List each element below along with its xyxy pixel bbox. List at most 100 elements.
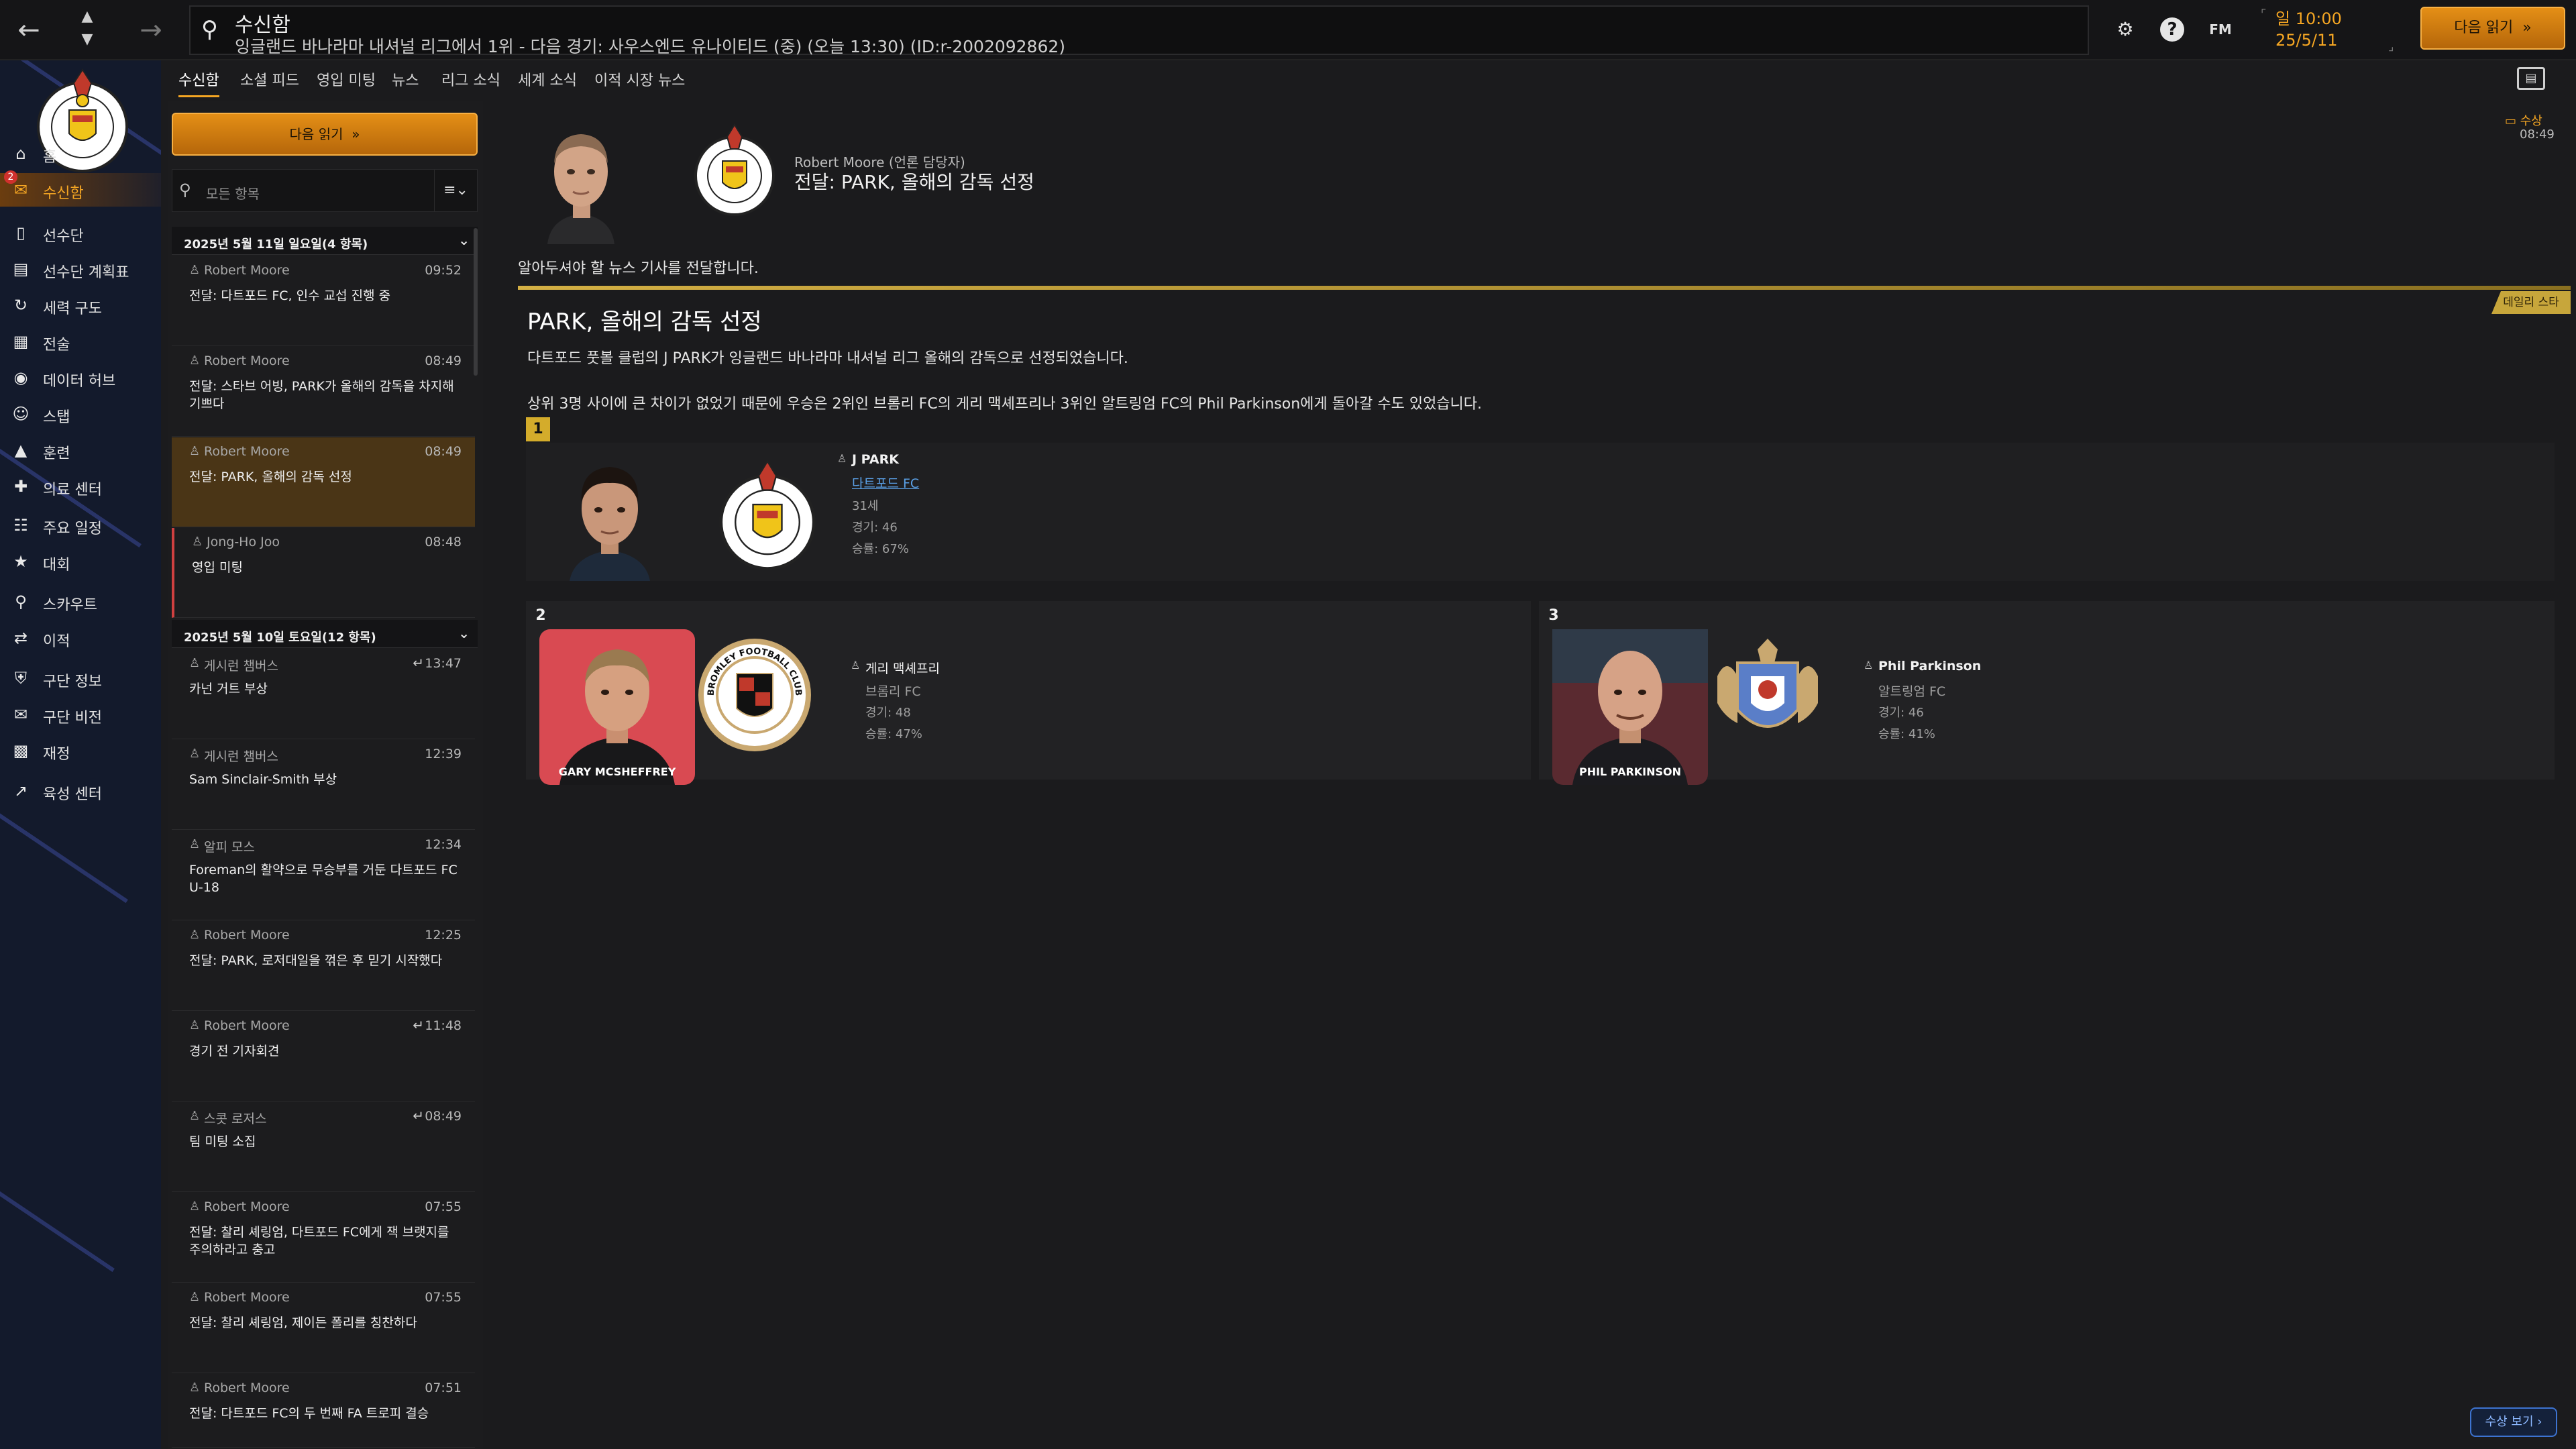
sidebar-item-label: 홈 xyxy=(43,149,57,166)
tab-news[interactable]: 뉴스 xyxy=(392,68,419,90)
manager-portrait[interactable] xyxy=(559,449,660,581)
game-date: 25/5/11 xyxy=(2275,31,2338,50)
list-item[interactable]: ♙ Robert Moore 07:51 전달: 다트포드 FC의 두 번째 F… xyxy=(172,1374,475,1448)
export-icon[interactable]: ▤ xyxy=(2517,67,2545,90)
inbox-scrollbar[interactable] xyxy=(474,228,478,376)
candidate-club[interactable]: 브롬리 FC xyxy=(865,682,921,700)
search-bar[interactable]: ⚲ 수신함 잉글랜드 바나라마 내셔널 리그에서 1위 - 다음 경기: 사우스… xyxy=(189,5,2089,56)
list-item[interactable]: ♙ Robert Moore 12:25 전달: PARK, 로저대일을 꺾은 … xyxy=(172,921,475,1011)
list-item[interactable]: ♙ 게시런 챔버스 12:39 Sam Sinclair-Smith 부상 xyxy=(172,740,475,830)
award-tag-label: 수상 xyxy=(2520,114,2542,128)
help-icon[interactable]: ? xyxy=(2160,17,2184,42)
forward-arrow-icon[interactable]: → xyxy=(134,13,168,47)
list-item[interactable]: ♙ Robert Moore 07:55 전달: 찰리 셰링엄, 다트포드 FC… xyxy=(172,1193,475,1283)
sidebar-item-tactics[interactable]: ▦ 전술 xyxy=(0,325,161,358)
club-crest-logo[interactable] xyxy=(714,456,821,577)
message-subject: 전달: 찰리 셰링엄, 다트포드 FC에게 잭 브랫지를 주의하라고 충고 xyxy=(189,1225,449,1257)
sidebar-item-dynamics[interactable]: ↻ 세력 구도 xyxy=(0,288,161,322)
message-subject-heading: 전달: PARK, 올해의 감독 선정 xyxy=(794,171,1034,193)
up-down-arrows-icon[interactable]: ▲ ▼ xyxy=(72,5,102,55)
list-item[interactable]: ♙ Robert Moore 08:49 전달: 스타브 어빙, PARK가 올… xyxy=(172,347,475,437)
inbox-tabs: 수신함 소셜 피드 영입 미팅 뉴스 리그 소식 세계 소식 이적 시장 뉴스 xyxy=(168,60,2576,101)
inbox-filter-input[interactable]: ⚲ 모든 항목 ≡⌄ xyxy=(172,169,478,212)
sidebar-item-club-info[interactable]: ⛨ 구단 정보 xyxy=(0,661,161,695)
article-divider xyxy=(518,286,2571,290)
candidate-card: 2 GARY MCSHEFFREY BROMLEY FOOTBALL CLUB … xyxy=(526,601,1531,785)
message-subject: 전달: 다트포드 FC, 인수 교섭 진행 중 xyxy=(189,288,391,303)
candidate-games: 경기: 46 xyxy=(1878,706,1924,720)
candidate-club-link[interactable]: 다트포드 FC xyxy=(852,474,919,492)
person-icon: ♙ xyxy=(189,837,201,851)
list-item[interactable]: ♙ Robert Moore ↵ 11:48 경기 전 기자회견 xyxy=(172,1012,475,1102)
date-group-header[interactable]: 2025년 5월 10일 토요일(12 항목) ⌄ xyxy=(172,620,478,648)
chevron-right-icon: › xyxy=(2537,1415,2542,1429)
message-sender: 게시런 챔버스 xyxy=(204,749,278,764)
sidebar-item-label: 선수단 xyxy=(43,228,84,245)
scouting-icon: ⚲ xyxy=(15,592,27,611)
message-time: 08:48 xyxy=(425,535,462,549)
message-sender: 게시런 챔버스 xyxy=(204,659,278,674)
list-item[interactable]: ♙ 스콧 로저스 ↵ 08:49 팀 미팅 소집 xyxy=(172,1102,475,1192)
sidebar-item-inbox[interactable]: ✉ 2 수신함 xyxy=(0,170,161,207)
manager-portrait[interactable]: PHIL PARKINSON xyxy=(1552,629,1708,785)
sender-portrait[interactable] xyxy=(534,117,628,244)
sidebar-item-schedule[interactable]: ☷ 주요 일정 xyxy=(0,508,161,542)
sidebar-item-training[interactable]: ▲ 훈련 xyxy=(0,433,161,467)
candidate-name[interactable]: J PARK xyxy=(852,452,899,467)
continue-button[interactable]: 다음 읽기 » xyxy=(2420,7,2565,50)
list-item[interactable]: ♙ Jong-Ho Joo 08:48 영입 미팅 xyxy=(172,528,475,618)
date-group-header[interactable]: 2025년 5월 11일 일요일(4 항목) ⌄ xyxy=(172,227,478,255)
tab-recruitment-meetings[interactable]: 영입 미팅 xyxy=(317,68,376,90)
sidebar-item-label: 세력 구도 xyxy=(43,301,102,317)
world-icon[interactable]: ⚙ xyxy=(2112,16,2139,43)
next-match-info: 잉글랜드 바나라마 내셔널 리그에서 1위 - 다음 경기: 사우스엔드 유나이… xyxy=(235,37,1066,56)
filter-menu-icon[interactable]: ≡⌄ xyxy=(434,170,477,211)
sidebar-item-squad-planner[interactable]: ▤ 선수단 계획표 xyxy=(0,252,161,286)
double-chevron-icon: » xyxy=(347,126,360,142)
game-date-time[interactable]: ⌜ 일 10:00 25/5/11 ⌟ xyxy=(2261,7,2395,54)
club-crest-logo[interactable]: BROMLEY FOOTBALL CLUB xyxy=(698,636,812,754)
list-item[interactable]: ♙ Robert Moore 07:55 전달: 찰리 셰링엄, 제이든 폴리를… xyxy=(172,1283,475,1373)
staff-icon: ☺ xyxy=(12,405,30,423)
list-item-selected[interactable]: ♙ Robert Moore 08:49 전달: PARK, 올해의 감독 선정 xyxy=(172,437,475,527)
view-awards-button[interactable]: 수상 보기 › xyxy=(2470,1407,2557,1437)
tactics-icon: ▦ xyxy=(13,332,29,351)
tab-transfer-news[interactable]: 이적 시장 뉴스 xyxy=(594,68,685,90)
sidebar-item-transfers[interactable]: ⇄ 이적 xyxy=(0,621,161,655)
candidate-club[interactable]: 알트링엄 FC xyxy=(1878,682,1945,700)
candidate-name[interactable]: Phil Parkinson xyxy=(1878,659,1981,674)
tab-social-feed[interactable]: 소셜 피드 xyxy=(240,68,299,90)
fm-menu-icon[interactable]: FM xyxy=(2207,16,2234,43)
shield-icon: ⛨ xyxy=(15,669,27,688)
message-sender: Robert Moore xyxy=(204,928,290,943)
sidebar-item-competitions[interactable]: ★ 대회 xyxy=(0,545,161,578)
sidebar-item-finances[interactable]: ▩ 재정 xyxy=(0,734,161,767)
message-time: 07:55 xyxy=(425,1199,462,1214)
sidebar-item-staff[interactable]: ☺ 스탭 xyxy=(0,397,161,431)
sidebar-item-label: 구단 정보 xyxy=(43,674,102,690)
list-item[interactable]: ♙ Robert Moore 09:52 전달: 다트포드 FC, 인수 교섭 … xyxy=(172,256,475,346)
sidebar-item-scouting[interactable]: ⚲ 스카우트 xyxy=(0,585,161,619)
inbox-list: 다음 읽기 » ⚲ 모든 항목 ≡⌄ 2025년 5월 11일 일요일(4 항목… xyxy=(168,101,483,1449)
list-item[interactable]: ♙ 알피 모스 12:34 Foreman의 활약으로 무승부를 거둔 다트포드… xyxy=(172,830,475,920)
person-icon: ♙ xyxy=(189,354,201,368)
person-icon: ♙ xyxy=(189,1381,201,1395)
game-time: 일 10:00 xyxy=(2275,9,2342,28)
tab-league-news[interactable]: 리그 소식 xyxy=(441,68,500,90)
message-intro: 알아두셔야 할 뉴스 기사를 전달합니다. xyxy=(518,260,759,277)
tab-world-news[interactable]: 세계 소식 xyxy=(518,68,577,90)
manager-portrait[interactable]: GARY MCSHEFFREY xyxy=(539,629,695,785)
sidebar-item-data-hub[interactable]: ◉ 데이터 허브 xyxy=(0,361,161,394)
sidebar-item-medical[interactable]: ✚ 의료 센터 xyxy=(0,470,161,503)
read-next-button[interactable]: 다음 읽기 » xyxy=(172,113,478,156)
sidebar-item-squad[interactable]: ▯ 선수단 xyxy=(0,216,161,250)
club-crest-logo[interactable] xyxy=(1711,636,1825,757)
candidate-name[interactable]: 게리 맥셰프리 xyxy=(865,659,940,677)
tab-inbox[interactable]: 수신함 xyxy=(178,68,219,97)
sidebar-item-home[interactable]: ⌂ 홈 xyxy=(0,137,161,170)
back-arrow-icon[interactable]: ← xyxy=(12,13,46,47)
message-time: 07:55 xyxy=(425,1290,462,1305)
sidebar-item-club-vision[interactable]: ✉ 구단 비전 xyxy=(0,698,161,731)
sidebar-item-development[interactable]: ↗ 육성 센터 xyxy=(0,774,161,808)
list-item[interactable]: ♙ 게시런 챔버스 ↵ 13:47 카넌 거트 부상 xyxy=(172,649,475,739)
